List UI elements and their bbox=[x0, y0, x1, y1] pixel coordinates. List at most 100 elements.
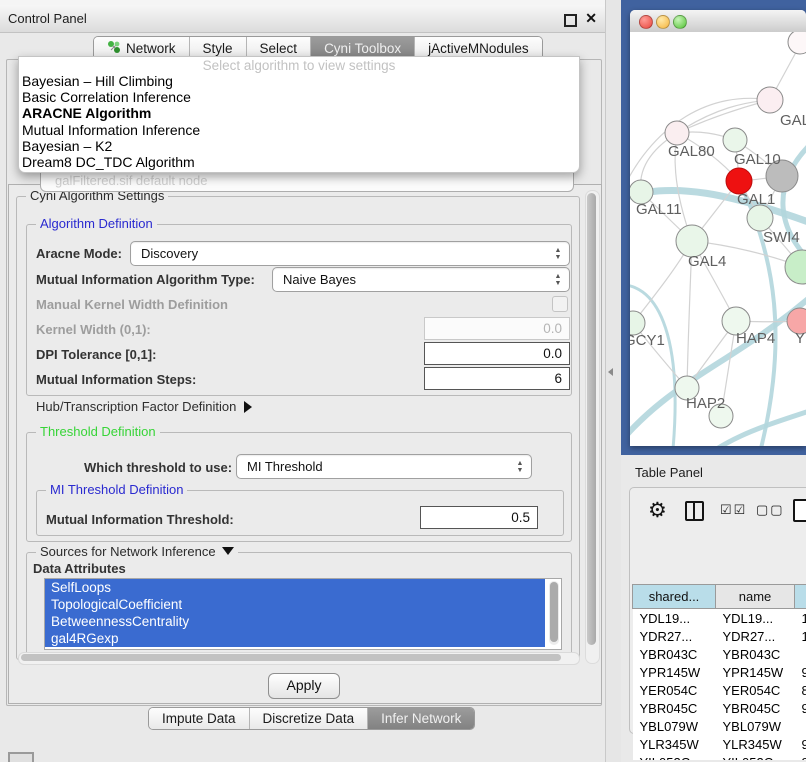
attribute-list-item[interactable]: BetweennessCentrality bbox=[45, 613, 545, 630]
close-traffic-light-icon[interactable] bbox=[639, 15, 653, 29]
zoom-traffic-light-icon[interactable] bbox=[673, 15, 687, 29]
table-row[interactable]: YIL052CYIL052C9 bbox=[633, 753, 806, 760]
which-threshold-combobox[interactable]: MI Threshold ▲▼ bbox=[236, 454, 532, 479]
table-row[interactable]: YDR27...YDR27...12 bbox=[633, 627, 806, 645]
checked-boxes-icon[interactable]: ☑☑ bbox=[720, 502, 747, 518]
close-icon[interactable]: ✕ bbox=[585, 10, 597, 27]
table-cell[interactable]: YER054C bbox=[633, 681, 716, 699]
expanded-arrow-icon bbox=[222, 547, 234, 555]
network-node[interactable] bbox=[788, 32, 806, 54]
new-table-icon[interactable] bbox=[793, 499, 806, 522]
panel-divider[interactable] bbox=[606, 0, 621, 762]
network-node[interactable] bbox=[747, 205, 773, 231]
columns-icon[interactable] bbox=[685, 501, 704, 521]
tab-infer-network[interactable]: Infer Network bbox=[368, 708, 474, 729]
table-cell[interactable] bbox=[795, 717, 806, 735]
aracne-mode-combobox[interactable]: Discovery ▲▼ bbox=[130, 241, 570, 266]
aracne-mode-label: Aracne Mode: bbox=[36, 246, 122, 261]
network-node[interactable] bbox=[757, 87, 783, 113]
table-toolbar: ⚙ ☑☑ ▢▢ bbox=[630, 496, 806, 532]
attribute-list-item[interactable]: gal4RGexp bbox=[45, 630, 545, 647]
network-node[interactable] bbox=[723, 128, 747, 152]
table-cell[interactable]: YIL052C bbox=[716, 753, 795, 760]
list-vertical-scrollbar[interactable] bbox=[549, 581, 559, 645]
table-row[interactable]: YPR145WYPR145W9. bbox=[633, 663, 806, 681]
table-cell[interactable]: YER054C bbox=[716, 681, 795, 699]
minimize-traffic-light-icon[interactable] bbox=[656, 15, 670, 29]
network-canvas[interactable]: GALGAL80GAL10GAL1GAL11SWI4GAL4GCY1HAP4YH… bbox=[630, 32, 806, 446]
tab-impute-data[interactable]: Impute Data bbox=[149, 708, 250, 729]
table-row[interactable]: YLR345WYLR345W9. bbox=[633, 735, 806, 753]
table-cell[interactable] bbox=[795, 645, 806, 663]
table-cell[interactable]: 9. bbox=[795, 735, 806, 753]
settings-vertical-scrollbar[interactable] bbox=[585, 190, 600, 664]
table-row[interactable]: YDL19...YDL19...13 bbox=[633, 609, 806, 628]
minimized-panel-icon[interactable] bbox=[8, 752, 34, 762]
table-row[interactable]: YER054CYER054C8. bbox=[633, 681, 806, 699]
table-cell[interactable]: YBR043C bbox=[716, 645, 795, 663]
stepper-arrows-icon: ▲▼ bbox=[513, 457, 527, 476]
table-cell[interactable]: YPR145W bbox=[633, 663, 716, 681]
algorithm-option[interactable]: Bayesian – K2 bbox=[19, 138, 579, 154]
table-cell[interactable]: 8. bbox=[795, 681, 806, 699]
node-label: GAL11 bbox=[636, 201, 682, 218]
algorithm-option[interactable]: Basic Correlation Inference bbox=[19, 89, 579, 105]
tab-discretize-data[interactable]: Discretize Data bbox=[250, 708, 369, 729]
hub-definition-toggle[interactable]: Hub/Transcription Factor Definition bbox=[36, 399, 252, 414]
table-cell[interactable]: 12 bbox=[795, 627, 806, 645]
divider-collapse-handle[interactable] bbox=[608, 368, 613, 376]
column-header-name[interactable]: name bbox=[716, 585, 795, 609]
table-row[interactable]: YBL079WYBL079W bbox=[633, 717, 806, 735]
apply-button[interactable]: Apply bbox=[268, 673, 340, 699]
table-cell[interactable]: YDR27... bbox=[716, 627, 795, 645]
sources-title[interactable]: Sources for Network Inference bbox=[36, 544, 238, 559]
dpi-tolerance-label: DPI Tolerance [0,1]: bbox=[36, 347, 156, 362]
column-header-shared...[interactable]: shared... bbox=[633, 585, 716, 609]
network-node[interactable] bbox=[665, 121, 689, 145]
table-cell[interactable]: YIL052C bbox=[633, 753, 716, 760]
unchecked-boxes-icon[interactable]: ▢▢ bbox=[756, 502, 785, 518]
algorithm-option[interactable]: ARACNE Algorithm bbox=[19, 105, 579, 121]
table-cell[interactable]: YBR043C bbox=[633, 645, 716, 663]
table-cell[interactable]: YDL19... bbox=[633, 609, 716, 628]
table-cell[interactable]: 9. bbox=[795, 699, 806, 717]
column-header-A[interactable]: A bbox=[795, 585, 806, 609]
attribute-list-item[interactable]: SelfLoops bbox=[45, 579, 545, 596]
table-cell[interactable]: YDL19... bbox=[716, 609, 795, 628]
settings-horizontal-scrollbar[interactable] bbox=[18, 652, 580, 665]
algorithm-option[interactable]: Mutual Information Inference bbox=[19, 122, 579, 138]
table-cell[interactable]: YBL079W bbox=[716, 717, 795, 735]
table-cell[interactable]: 13 bbox=[795, 609, 806, 628]
table-cell[interactable]: YPR145W bbox=[716, 663, 795, 681]
algorithm-option[interactable]: Bayesian – Hill Climbing bbox=[19, 73, 579, 89]
node-attribute-table[interactable]: shared...nameA YDL19...YDL19...13YDR27..… bbox=[632, 584, 806, 760]
manual-kernel-checkbox[interactable] bbox=[552, 296, 568, 312]
kernel-width-field[interactable]: 0.0 bbox=[424, 317, 570, 340]
table-row[interactable]: YBR043CYBR043C bbox=[633, 645, 806, 663]
data-attributes-list[interactable]: SelfLoopsTopologicalCoefficientBetweenne… bbox=[44, 578, 562, 650]
node-label: HAP4 bbox=[736, 330, 775, 347]
attribute-list-item[interactable]: TopologicalCoefficient bbox=[45, 596, 545, 613]
table-cell[interactable]: YBL079W bbox=[633, 717, 716, 735]
control-panel-window: Control Panel ✕ NetworkStyleSelectCyni T… bbox=[0, 0, 606, 762]
dpi-tolerance-value: 0.0 bbox=[543, 346, 562, 361]
table-cell[interactable]: 9 bbox=[795, 753, 806, 760]
table-cell[interactable]: YLR345W bbox=[633, 735, 716, 753]
dpi-tolerance-field[interactable]: 0.0 bbox=[424, 342, 570, 365]
algorithm-option[interactable]: Dream8 DC_TDC Algorithm bbox=[19, 154, 579, 170]
network-window[interactable]: GALGAL80GAL10GAL1GAL11SWI4GAL4GCY1HAP4YH… bbox=[630, 10, 806, 446]
mi-steps-field[interactable]: 6 bbox=[424, 367, 570, 390]
table-cell[interactable]: YLR345W bbox=[716, 735, 795, 753]
table-cell[interactable]: YBR045C bbox=[633, 699, 716, 717]
gear-icon[interactable]: ⚙ bbox=[648, 498, 667, 523]
mi-threshold-field[interactable]: 0.5 bbox=[420, 506, 538, 529]
table-cell[interactable]: 9. bbox=[795, 663, 806, 681]
table-cell[interactable]: YDR27... bbox=[633, 627, 716, 645]
mi-steps-label: Mutual Information Steps: bbox=[36, 372, 196, 387]
node-label: Y bbox=[795, 330, 805, 347]
mi-type-combobox[interactable]: Naive Bayes ▲▼ bbox=[272, 267, 570, 292]
table-row[interactable]: YBR045CYBR045C9. bbox=[633, 699, 806, 717]
network-node[interactable] bbox=[785, 250, 806, 284]
float-window-icon[interactable] bbox=[564, 14, 577, 27]
table-cell[interactable]: YBR045C bbox=[716, 699, 795, 717]
